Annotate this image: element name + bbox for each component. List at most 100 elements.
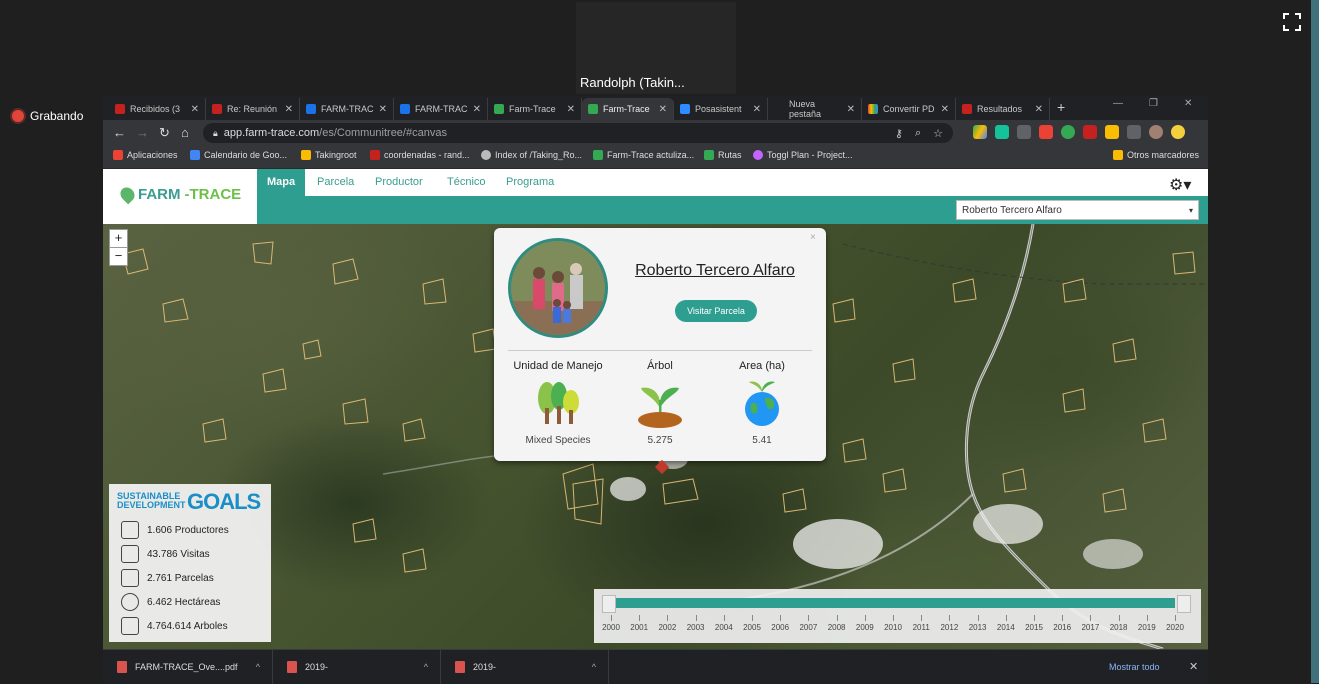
nav-tab-productor[interactable]: Productor xyxy=(365,169,433,196)
close-tab-icon[interactable]: ✕ xyxy=(379,104,387,115)
timeline-end-handle[interactable] xyxy=(1177,595,1191,613)
close-tab-icon[interactable]: ✕ xyxy=(567,104,575,115)
key-icon[interactable]: ⚷ xyxy=(895,127,903,140)
nav-tab-mapa[interactable]: Mapa xyxy=(257,169,306,196)
close-downloads-icon[interactable]: ✕ xyxy=(1189,660,1198,673)
browser-tab[interactable]: FARM-TRAC ✕ xyxy=(300,98,394,120)
forward-icon[interactable]: → xyxy=(136,125,149,140)
timeline-year-label[interactable]: 2013 xyxy=(966,623,990,632)
edit-extension-icon[interactable] xyxy=(1017,125,1031,139)
zoom-lens-icon[interactable]: ⌕ xyxy=(915,127,921,140)
bookmark[interactable]: coordenadas - rand... xyxy=(370,150,470,160)
minimize-icon[interactable]: — xyxy=(1113,98,1123,109)
new-tab-button[interactable]: + xyxy=(1057,99,1065,115)
timeline-start-handle[interactable] xyxy=(602,595,616,613)
nav-tab-tecnico[interactable]: Técnico xyxy=(437,169,496,196)
notes-extension-icon[interactable] xyxy=(1105,125,1119,139)
close-tab-icon[interactable]: ✕ xyxy=(1035,104,1043,115)
producer-select[interactable]: Roberto Tercero Alfaro ▾ xyxy=(956,200,1199,220)
show-all-downloads-button[interactable]: Mostrar todo xyxy=(1109,662,1160,672)
browser-tab[interactable]: Nueva pestaña ✕ xyxy=(768,98,862,120)
timeline-year-label[interactable]: 2010 xyxy=(881,623,905,632)
nav-tab-programa[interactable]: Programa xyxy=(496,169,564,196)
acrobat-icon[interactable] xyxy=(1083,125,1097,139)
browser-tab[interactable]: Convertir PD ✕ xyxy=(862,98,956,120)
grammarly-icon[interactable] xyxy=(995,125,1009,139)
sdg-row-parcels: 2.761 Parcelas xyxy=(121,569,214,587)
counter-extension-icon[interactable] xyxy=(1039,125,1053,139)
close-tab-icon[interactable]: ✕ xyxy=(191,104,199,115)
map-zoom-in-button[interactable]: + xyxy=(109,229,128,248)
profile-avatar[interactable] xyxy=(1149,125,1163,139)
settings-gear-icon[interactable]: ⚙▾ xyxy=(1169,175,1191,195)
close-tab-icon[interactable]: ✕ xyxy=(659,104,667,115)
close-window-icon[interactable]: ✕ xyxy=(1184,98,1192,109)
timeline-year-label[interactable]: 2012 xyxy=(937,623,961,632)
close-tab-icon[interactable]: ✕ xyxy=(473,104,481,115)
browser-tab[interactable]: Recibidos (3 ✕ xyxy=(109,98,206,120)
timeline-year-label[interactable]: 2017 xyxy=(1078,623,1102,632)
timeline-year-label[interactable]: 2001 xyxy=(627,623,651,632)
browser-tab[interactable]: Posasistent ✕ xyxy=(674,98,768,120)
fullscreen-icon[interactable] xyxy=(1283,13,1301,31)
producer-name-link[interactable]: Roberto Tercero Alfaro xyxy=(618,262,812,280)
timeline-year-label[interactable]: 2019 xyxy=(1135,623,1159,632)
timeline-year-label[interactable]: 2004 xyxy=(712,623,736,632)
timeline-year-label[interactable]: 2008 xyxy=(825,623,849,632)
timeline-year-label[interactable]: 2009 xyxy=(853,623,877,632)
timeline-year-label[interactable]: 2006 xyxy=(768,623,792,632)
address-bar[interactable]: 🔒︎ app.farm-trace.com/es/Communitree/#ca… xyxy=(203,123,953,143)
download-item[interactable]: 2019- ^ xyxy=(273,650,441,684)
download-item[interactable]: FARM-TRACE_Ove....pdf ^ xyxy=(103,650,273,684)
bookmark[interactable]: Rutas xyxy=(704,150,742,160)
yellow-circle-icon[interactable] xyxy=(1171,125,1185,139)
browser-tab[interactable]: FARM-TRAC ✕ xyxy=(394,98,488,120)
close-tab-icon[interactable]: ✕ xyxy=(941,104,949,115)
timeline-year-label[interactable]: 2020 xyxy=(1163,623,1187,632)
close-tab-icon[interactable]: ✕ xyxy=(847,104,855,115)
timeline-year-label[interactable]: 2005 xyxy=(740,623,764,632)
bookmark[interactable]: Calendario de Goo... xyxy=(190,150,287,160)
browser-tab[interactable]: Farm-Trace ✕ xyxy=(488,98,582,120)
nav-tab-parcela[interactable]: Parcela xyxy=(307,169,364,196)
bookmark[interactable]: Index of /Taking_Ro... xyxy=(481,150,582,160)
chevron-up-icon[interactable]: ^ xyxy=(592,662,596,672)
bookmark[interactable]: Toggl Plan - Project... xyxy=(753,150,853,160)
group-icon xyxy=(121,569,139,587)
back-icon[interactable]: ← xyxy=(113,125,126,140)
other-bookmarks[interactable]: Otros marcadores xyxy=(1113,150,1199,160)
timeline-year-label[interactable]: 2007 xyxy=(796,623,820,632)
chevron-up-icon[interactable]: ^ xyxy=(256,662,260,672)
download-item[interactable]: 2019- ^ xyxy=(441,650,609,684)
timeline-year-label[interactable]: 2003 xyxy=(684,623,708,632)
farm-trace-logo[interactable]: FARM -TRACE xyxy=(117,184,241,205)
browser-tab-active[interactable]: Farm-Trace ✕ xyxy=(582,98,674,120)
timeline-year-label[interactable]: 2002 xyxy=(655,623,679,632)
map-zoom-out-button[interactable]: − xyxy=(109,247,128,266)
timeline-year-label[interactable]: 2016 xyxy=(1050,623,1074,632)
close-tab-icon[interactable]: ✕ xyxy=(285,104,293,115)
puzzle-icon[interactable] xyxy=(1127,125,1141,139)
green-circle-icon[interactable] xyxy=(1061,125,1075,139)
bookmark-label: Aplicaciones xyxy=(127,150,178,160)
bookmark[interactable]: Farm-Trace actuliza... xyxy=(593,150,694,160)
star-icon[interactable]: ☆ xyxy=(933,127,943,140)
close-tab-icon[interactable]: ✕ xyxy=(753,104,761,115)
timeline-year-label[interactable]: 2014 xyxy=(994,623,1018,632)
timeline-year-label[interactable]: 2011 xyxy=(909,623,933,632)
bookmark[interactable]: Aplicaciones xyxy=(113,150,178,160)
timeline-year-label[interactable]: 2000 xyxy=(599,623,623,632)
visit-parcel-button[interactable]: Visitar Parcela xyxy=(675,300,757,322)
chevron-up-icon[interactable]: ^ xyxy=(424,662,428,672)
timeline-year-label[interactable]: 2015 xyxy=(1022,623,1046,632)
timeline-year-label[interactable]: 2018 xyxy=(1107,623,1131,632)
browser-tab[interactable]: Re: Reunión ✕ xyxy=(206,98,300,120)
restore-icon[interactable]: ❐ xyxy=(1149,98,1158,109)
reload-icon[interactable]: ↻ xyxy=(159,125,170,141)
bookmark[interactable]: Takingroot xyxy=(301,150,357,160)
drive-icon[interactable] xyxy=(973,125,987,139)
browser-tab[interactable]: Resultados ✕ xyxy=(956,98,1050,120)
popup-close-button[interactable]: × xyxy=(810,232,816,243)
home-icon[interactable]: ⌂ xyxy=(181,125,189,140)
year-timeline-slider[interactable]: 2000 2001 2002 2003 2004 2005 2006 2007 2008 2009… xyxy=(594,589,1201,643)
